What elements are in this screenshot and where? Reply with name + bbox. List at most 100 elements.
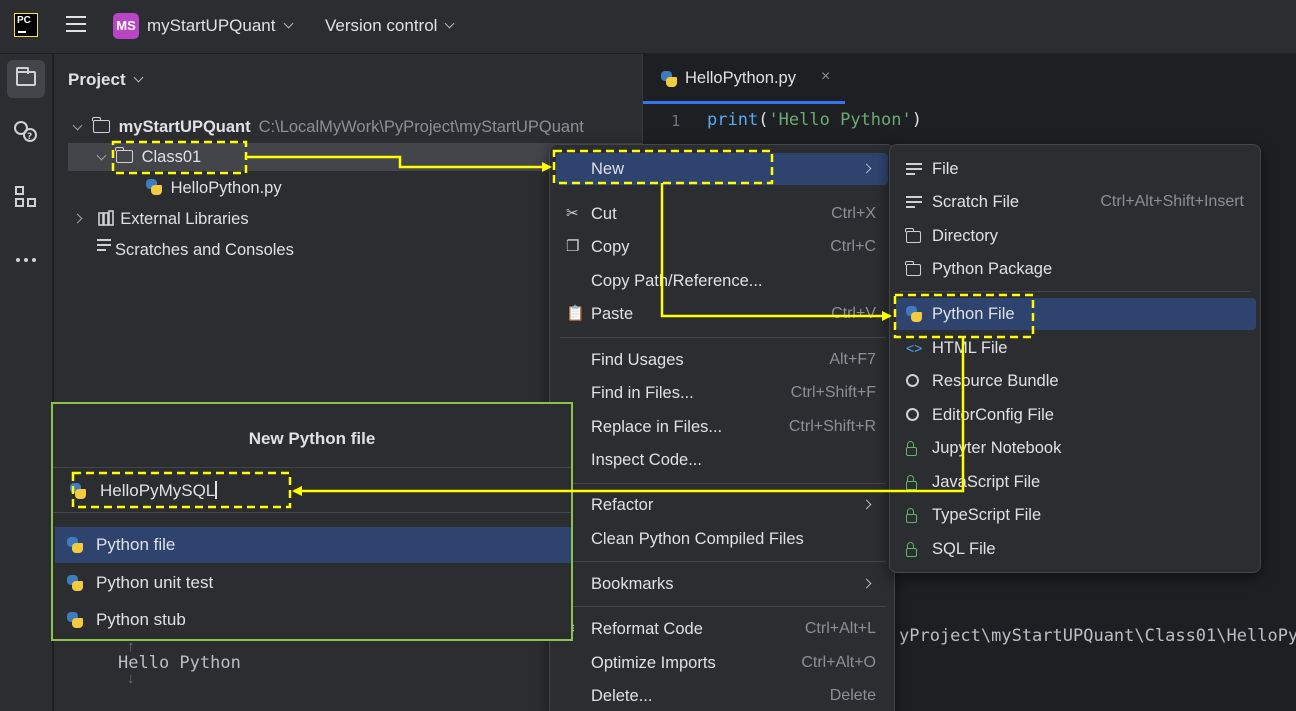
submenu-item-python-package[interactable]: Python Package	[896, 253, 1256, 285]
menu-item-optimize-imports[interactable]: Optimize Imports Ctrl+Alt+O	[556, 647, 888, 679]
root-folder-name: myStartUPQuant	[118, 118, 251, 136]
menu-item-refactor[interactable]: Refactor	[556, 489, 888, 521]
tree-row-hellopython[interactable]: HelloPython.py	[146, 174, 282, 202]
menu-label: TypeScript File	[932, 506, 1042, 524]
project-switcher[interactable]: myStartUPQuant	[147, 16, 293, 36]
folder-icon	[92, 117, 110, 133]
menu-label: Delete...	[591, 687, 653, 705]
menu-label: Resource Bundle	[932, 372, 1059, 390]
submenu-item-file[interactable]: File	[896, 153, 1256, 185]
submenu-item-editorconfig-file[interactable]: EditorConfig File	[896, 399, 1256, 431]
python-file-icon	[661, 71, 677, 87]
menu-label: Copy	[591, 238, 630, 256]
project-panel-header[interactable]: Project	[68, 70, 144, 90]
structure-tool-button[interactable]	[7, 178, 45, 216]
chevron-down-icon[interactable]	[72, 120, 83, 131]
dialog-title: New Python file	[248, 429, 376, 448]
new-submenu: File Scratch File Ctrl+Alt+Shift+Insert D…	[889, 144, 1261, 573]
code-line[interactable]: print('Hello Python')	[707, 110, 922, 130]
menu-item-new[interactable]: New	[556, 153, 888, 185]
vcs-menu[interactable]: Version control	[325, 16, 455, 36]
html-icon: <>	[906, 340, 923, 356]
svg-text:?: ?	[27, 132, 32, 142]
shortcut: Ctrl+X	[831, 205, 876, 222]
submenu-item-python-file[interactable]: Python File	[896, 298, 1256, 330]
option-python-file[interactable]: Python file	[55, 527, 571, 563]
external-libraries-label: External Libraries	[120, 210, 249, 228]
menu-item-reformat-code[interactable]: ≡ Reformat CodeCtrl+Alt+L	[556, 613, 888, 645]
menu-item-bookmarks[interactable]: Bookmarks	[556, 568, 888, 600]
menu-label: Find Usages	[591, 351, 684, 369]
menu-item-delete[interactable]: Delete... Delete	[556, 680, 888, 711]
submenu-item-javascript-file[interactable]: JavaScript File	[896, 466, 1256, 498]
menu-item-inspect-code[interactable]: Inspect Code...	[556, 444, 888, 476]
folder-icon	[16, 67, 36, 86]
menu-item-clean-compiled[interactable]: Clean Python Compiled Files	[556, 523, 888, 555]
menu-label: JavaScript File	[932, 473, 1041, 491]
menu-label: Paste	[591, 305, 634, 323]
chevron-down-icon[interactable]	[96, 150, 107, 161]
vcs-label: Version control	[325, 16, 438, 35]
close-icon[interactable]: ×	[821, 68, 830, 86]
menu-item-copy-path[interactable]: Copy Path/Reference...	[556, 265, 888, 297]
console-output: Hello Python	[118, 653, 241, 673]
option-python-unit-test[interactable]: Python unit test	[55, 565, 571, 601]
python-file-icon	[70, 483, 86, 499]
gear-icon	[906, 407, 922, 423]
menu-item-copy[interactable]: ❐ Copy Ctrl+C	[556, 231, 888, 263]
menu-item-find-usages[interactable]: Find Usages Alt+F7	[556, 344, 888, 376]
file-name-input[interactable]: HelloPyMySQL	[53, 467, 571, 513]
shortcut: Ctrl+Shift+R	[788, 418, 876, 435]
main-menu-icon[interactable]	[66, 16, 86, 34]
editor-tab-hellopython[interactable]: HelloPython.py ×	[643, 54, 845, 104]
clipboard-icon: 📋	[566, 305, 585, 322]
menu-label: Replace in Files...	[591, 418, 723, 436]
menu-item-find-in-files[interactable]: Find in Files... Ctrl+Shift+F	[556, 377, 888, 409]
library-icon	[97, 210, 114, 226]
file-name-value[interactable]: HelloPyMySQL	[100, 481, 217, 501]
submenu-item-resource-bundle[interactable]: Resource Bundle	[896, 365, 1256, 397]
tree-row-scratches[interactable]: Scratches and Consoles	[97, 236, 294, 264]
menu-item-cut[interactable]: ✂ Cut Ctrl+X	[556, 198, 888, 230]
shortcut: Ctrl+Alt+Shift+Insert	[1100, 193, 1244, 210]
menu-label: Jupyter Notebook	[932, 439, 1062, 457]
menu-label: Find in Files...	[591, 384, 694, 402]
panel-title: Project	[68, 70, 126, 89]
tree-row-root[interactable]: myStartUPQuant C:\LocalMyWork\PyProject\m…	[72, 113, 584, 141]
menu-label: Inspect Code...	[591, 451, 702, 469]
menu-label: New	[591, 160, 625, 178]
submenu-item-directory[interactable]: Directory	[896, 220, 1256, 252]
submenu-item-scratch-file[interactable]: Scratch File Ctrl+Alt+Shift+Insert	[896, 186, 1256, 218]
submenu-item-html-file[interactable]: <> HTML File	[896, 332, 1256, 364]
folder-icon	[115, 147, 133, 163]
python-packages-tool-button[interactable]: ?	[7, 112, 45, 150]
python-file-icon	[67, 575, 83, 591]
menu-label: SQL File	[932, 540, 996, 558]
project-tool-button[interactable]	[7, 60, 45, 98]
python-file-icon	[146, 179, 162, 195]
menu-label: Python File	[932, 305, 1015, 323]
context-menu: New ✂ Cut Ctrl+X ❐ Copy Ctrl+C Copy Path/R…	[549, 144, 895, 711]
submenu-item-jupyter-notebook[interactable]: Jupyter Notebook	[896, 432, 1256, 464]
submenu-item-sql-file[interactable]: SQL File	[896, 533, 1256, 565]
tree-row-external-libraries[interactable]: External Libraries	[72, 205, 249, 233]
text-cursor	[215, 481, 217, 499]
shortcut: Alt+F7	[829, 351, 876, 368]
menu-separator	[900, 291, 1250, 292]
menu-item-paste[interactable]: 📋 Paste Ctrl+V	[556, 298, 888, 330]
packages-icon: ?	[14, 121, 37, 142]
tool-window-strip: ?	[0, 54, 53, 711]
shortcut: Ctrl+Alt+L	[804, 620, 876, 637]
file-name: HelloPython.py	[170, 179, 282, 197]
menu-item-replace-in-files[interactable]: Replace in Files... Ctrl+Shift+R	[556, 411, 888, 443]
more-tools-button[interactable]	[7, 230, 45, 268]
chevron-right-icon	[861, 499, 872, 510]
menu-separator	[560, 606, 886, 607]
tab-label: HelloPython.py	[685, 69, 796, 87]
submenu-item-typescript-file[interactable]: TypeScript File	[896, 499, 1256, 531]
menu-label: Scratch File	[932, 193, 1020, 211]
menu-label: File	[932, 160, 959, 178]
chevron-right-icon[interactable]	[72, 213, 83, 224]
project-badge[interactable]: MS	[113, 13, 139, 39]
option-python-stub[interactable]: Python stub	[55, 602, 571, 638]
